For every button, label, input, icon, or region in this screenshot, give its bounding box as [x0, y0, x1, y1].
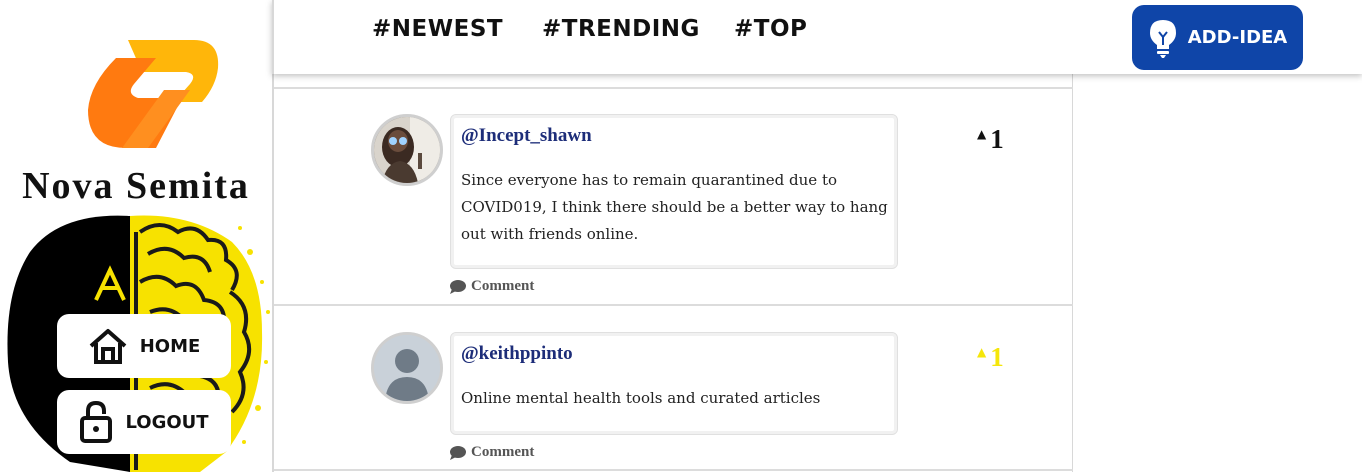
- nova-semita-logo: [88, 40, 219, 148]
- comment-button[interactable]: Comment: [450, 444, 534, 461]
- comment-icon: [450, 279, 466, 294]
- sidebar-item-label: LOGOUT: [125, 411, 209, 433]
- user-photo: [374, 117, 440, 183]
- post-text: Online mental health tools and curated a…: [461, 389, 821, 407]
- upvote-button[interactable]: ▲ 1: [977, 124, 1004, 155]
- avatar[interactable]: [371, 332, 443, 404]
- vote-count: 1: [990, 124, 1004, 154]
- comment-button[interactable]: Comment: [450, 278, 534, 295]
- post-divider: [274, 469, 1073, 471]
- post-username[interactable]: @keithppinto: [461, 343, 573, 365]
- idea-card: @keithppinto Online mental health tools …: [450, 332, 898, 435]
- home-icon: [89, 329, 127, 364]
- list-item: @Incept_shawn Since everyone has to rema…: [274, 88, 1073, 304]
- add-idea-label: ADD-IDEA: [1187, 27, 1288, 48]
- sidebar-item-home[interactable]: HOME: [57, 314, 231, 378]
- brand-name: Nova Semita: [22, 165, 250, 207]
- comment-label: Comment: [471, 278, 535, 294]
- top-navigation-bar: #NEWEST #TRENDING #TOP ADD-IDEA: [272, 0, 1362, 74]
- post-username[interactable]: @Incept_shawn: [461, 125, 592, 147]
- add-idea-button[interactable]: ADD-IDEA: [1132, 5, 1303, 70]
- default-avatar-icon: [374, 335, 440, 401]
- upvote-caret-icon: ▲: [977, 345, 987, 359]
- sidebar: Nova Semita HOME LOGOUT: [0, 0, 272, 472]
- vote-count: 1: [990, 342, 1004, 372]
- lock-icon: [80, 400, 113, 443]
- comment-label: Comment: [471, 444, 535, 460]
- tab-newest[interactable]: #NEWEST: [372, 16, 503, 42]
- sidebar-item-logout[interactable]: LOGOUT: [57, 390, 231, 454]
- tab-top[interactable]: #TOP: [734, 16, 807, 42]
- upvote-button[interactable]: ▲ 1: [977, 342, 1004, 373]
- comment-icon: [450, 445, 466, 460]
- lightbulb-icon: [1149, 19, 1176, 58]
- tab-trending[interactable]: #TRENDING: [542, 16, 700, 42]
- list-item: @keithppinto Online mental health tools …: [274, 306, 1073, 470]
- idea-card: @Incept_shawn Since everyone has to rema…: [450, 114, 898, 269]
- sidebar-item-label: HOME: [139, 335, 201, 357]
- post-text: Since everyone has to remain quarantined…: [461, 171, 888, 243]
- upvote-caret-icon: ▲: [977, 127, 987, 141]
- avatar[interactable]: [371, 114, 443, 186]
